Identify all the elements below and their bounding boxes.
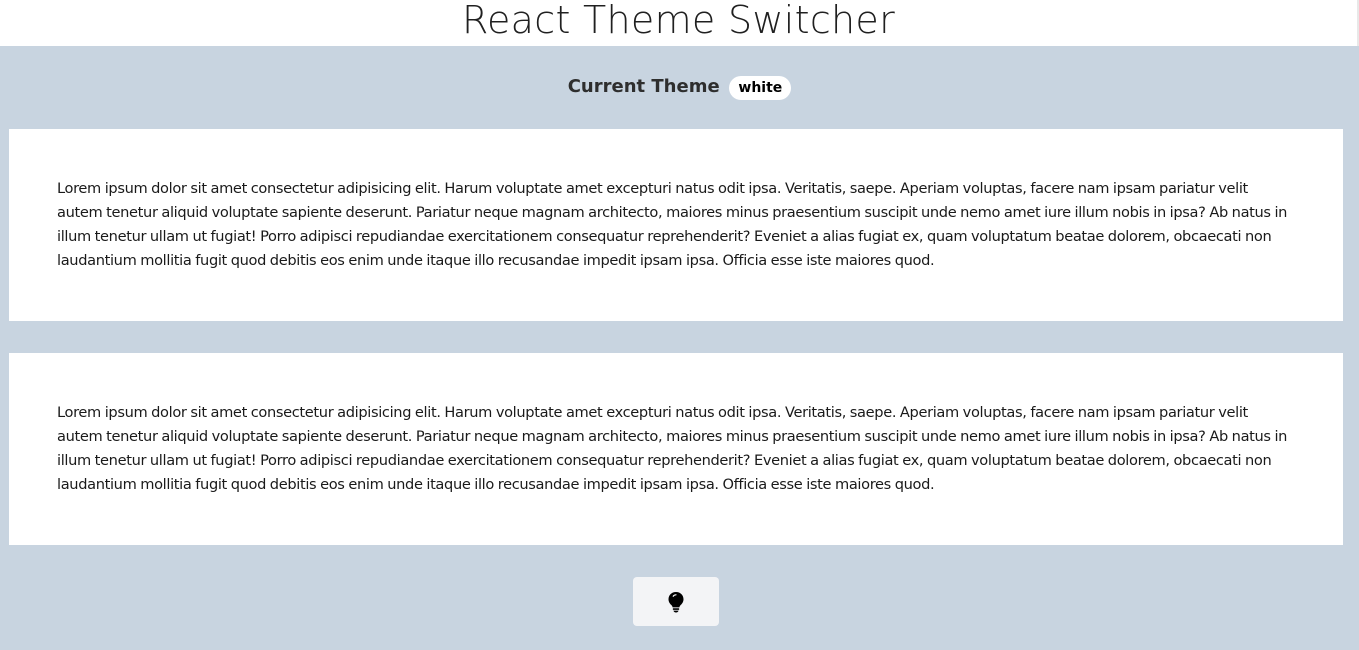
current-theme-label: Current Theme (567, 76, 720, 97)
page-title: React Theme Switcher (461, 0, 896, 42)
theme-toggle-button[interactable] (633, 577, 719, 626)
content-card-1: Lorem ipsum dolor sit amet consectetur a… (9, 129, 1343, 321)
lightbulb-icon (668, 591, 684, 612)
theme-badge: white (729, 76, 792, 100)
current-theme-indicator: Current Theme white (0, 72, 1359, 102)
app-header: React Theme Switcher (0, 0, 1359, 46)
card-text: Lorem ipsum dolor sit amet consectetur a… (57, 180, 1288, 269)
content-card-2: Lorem ipsum dolor sit amet consectetur a… (9, 353, 1343, 545)
card-text: Lorem ipsum dolor sit amet consectetur a… (57, 404, 1288, 493)
